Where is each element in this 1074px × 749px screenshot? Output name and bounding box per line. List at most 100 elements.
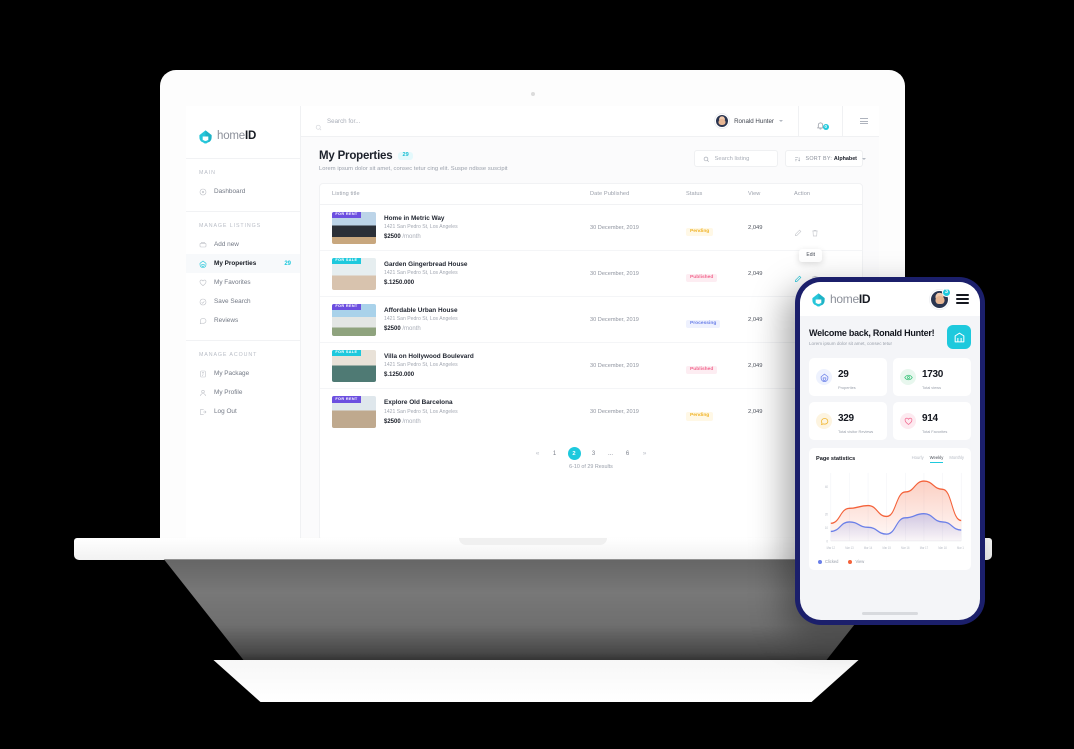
column-header-action: Action <box>794 191 811 197</box>
pagination: « 1 2 3... 6 » 6-10 of 29 Results <box>320 435 862 480</box>
hamburger-menu-icon[interactable] <box>956 294 969 304</box>
listing-title: Villa on Hollywood Boulevard <box>384 352 474 360</box>
sidebar-item-save-search[interactable]: Save Search <box>186 292 300 311</box>
sidebar-item-add-new[interactable]: Add new <box>186 235 300 254</box>
stat-label: Total views <box>922 384 942 390</box>
table-row[interactable]: FOR RENT Explore Old Barcelona 1421 San Pe… <box>320 389 862 435</box>
listing-title: Garden Gingerbread House <box>384 260 468 268</box>
search-input[interactable] <box>327 117 467 125</box>
stat-card[interactable]: 29 Properties <box>809 358 887 396</box>
pagination-controls: « 1 2 3... 6 » <box>534 447 649 460</box>
sidebar-item-my-profile[interactable]: My Profile <box>186 383 300 402</box>
global-search[interactable] <box>315 117 709 130</box>
logout-icon <box>199 408 207 416</box>
table-row[interactable]: FOR SALE Garden Gingerbread House 1421 San… <box>320 248 862 297</box>
sidebar-item-label: Log Out <box>214 408 237 415</box>
house-logo-icon <box>198 129 213 144</box>
listing-tag: FOR SALE <box>332 349 361 357</box>
stat-card[interactable]: 1730 Total views <box>893 358 971 396</box>
sidebar-item-label: Save Search <box>214 298 251 305</box>
listing-date-published: 30 December, 2019 <box>590 224 639 231</box>
dashboard-app: homeID MAIN Dashboard MANAGE LISTINGS Ad… <box>186 106 879 541</box>
legend-label: Clicked <box>825 559 839 564</box>
pencil-icon[interactable] <box>794 224 802 236</box>
search-listing-input[interactable] <box>714 155 769 162</box>
listing-view-count: 2,049 <box>748 270 763 277</box>
sidebar-item-label: Add new <box>214 241 239 248</box>
pencil-icon[interactable] <box>794 270 802 282</box>
nav-group-title-manage-account: MANAGE ACOUNT <box>199 352 258 358</box>
table-row[interactable]: FOR RENT Home in Metric Way 1421 San Pedro… <box>320 205 862 251</box>
dashboard-icon <box>199 188 207 196</box>
listing-title: Home in Metric Way <box>384 214 445 222</box>
chart-range-tabs: Hourly Weekly Monthly <box>912 455 964 463</box>
laptop-notch <box>459 538 607 545</box>
chat-icon <box>816 413 832 429</box>
notifications-button[interactable]: 0 <box>805 117 836 130</box>
search-listing-field[interactable] <box>694 150 778 167</box>
listing-address: 1421 San Pedro St, Los Angeles <box>384 362 458 369</box>
welcome-subtitle: Lorem ipsum dolor sit amet, consec tetur <box>809 341 892 346</box>
hamburger-menu-icon[interactable] <box>849 117 879 125</box>
pagination-page-6[interactable]: 6 <box>624 451 632 457</box>
stat-card[interactable]: 914 Total Favorites <box>893 402 971 440</box>
stat-value: 29 <box>838 369 849 381</box>
sidebar-item-my-favorites[interactable]: My Favorites <box>186 273 300 292</box>
pagination-ellipsis[interactable]: ... <box>607 451 615 457</box>
user-icon <box>199 389 207 397</box>
listing-date-published: 30 December, 2019 <box>590 316 639 323</box>
chart-tab-weekly[interactable]: Weekly <box>929 455 944 463</box>
chart-plot: 0 10 20 40 Mar 12 Mar 13 Mar 14 Mar 15 Mar 16 Mar… <box>816 468 964 557</box>
listing-thumbnail: FOR RENT <box>332 396 376 428</box>
pagination-page-1[interactable]: 1 <box>551 451 559 457</box>
sidebar-item-dashboard[interactable]: Dashboard <box>186 182 300 201</box>
listing-title: Affordable Urban House <box>384 306 458 314</box>
brand-logo[interactable]: homeID <box>186 118 300 148</box>
listing-cell: FOR SALE Villa on Hollywood Boulevard 1421… <box>332 349 590 382</box>
search-icon <box>315 118 322 130</box>
listing-tag: FOR SALE <box>332 257 361 265</box>
pagination-next-button[interactable]: » <box>641 450 649 457</box>
sidebar-item-log-out[interactable]: Log Out <box>186 402 300 421</box>
svg-text:Mar 12: Mar 12 <box>827 546 836 551</box>
status-badge: Pending <box>686 227 714 237</box>
nav-group-title-main: MAIN <box>199 170 216 176</box>
stat-label: Total visitor Reviews <box>838 428 874 434</box>
user-menu[interactable]: Ronald Hunter <box>715 114 792 128</box>
table-row[interactable]: FOR RENT Affordable Urban House 1421 San P… <box>320 297 862 343</box>
stat-card[interactable]: 329 Total visitor Reviews <box>809 402 887 440</box>
sidebar-item-my-properties[interactable]: My Properties 29 <box>186 254 300 273</box>
listing-status-cell: Published <box>686 357 748 375</box>
chart-axis-labels: 0 10 20 40 Mar 12 Mar 13 Mar 14 Mar 15 Mar 16 Mar… <box>825 485 964 551</box>
sidebar-item-my-package[interactable]: My Package <box>186 364 300 383</box>
add-new-icon <box>199 241 207 249</box>
pagination-prev-button[interactable]: « <box>534 450 542 457</box>
page-title: My Properties <box>319 150 393 162</box>
main-content: Ronald Hunter 0 <box>301 106 879 541</box>
topbar: Ronald Hunter 0 <box>301 106 879 137</box>
pagination-page-2[interactable]: 2 <box>567 447 581 460</box>
listing-thumbnail: FOR SALE <box>332 349 376 382</box>
sidebar-item-label: My Favorites <box>214 279 251 286</box>
svg-text:10: 10 <box>825 526 828 531</box>
sort-by-dropdown[interactable]: SORT BY: Alphabet <box>785 150 866 167</box>
listing-actions <box>794 224 850 236</box>
chart-title: Page statistics <box>816 456 856 462</box>
eye-icon <box>900 369 916 385</box>
sidebar-item-reviews[interactable]: Reviews <box>186 311 300 330</box>
chart-tab-hourly[interactable]: Hourly <box>912 455 924 463</box>
home-icon <box>816 369 832 385</box>
listing-status-cell: Pending <box>686 219 748 237</box>
trash-icon[interactable] <box>811 224 819 236</box>
stats-grid: 29 Properties 1730 Total views 329 Total visi… <box>809 358 971 440</box>
save-search-icon <box>199 298 207 306</box>
table-row[interactable]: FOR SALE Villa on Hollywood Boulevard 1421… <box>320 343 862 389</box>
stat-label: Total Favorites <box>922 428 948 434</box>
avatar[interactable]: 3 <box>931 287 951 308</box>
chart-tab-monthly[interactable]: Monthly <box>949 455 964 463</box>
listing-status-cell: Published <box>686 265 748 283</box>
column-header-view: View <box>748 191 761 197</box>
phone-body: Welcome back, Ronald Hunter! Lorem ipsum… <box>800 316 980 606</box>
pagination-page-3[interactable]: 3 <box>590 451 598 457</box>
phone-brand-logo[interactable]: homeID <box>811 292 871 307</box>
